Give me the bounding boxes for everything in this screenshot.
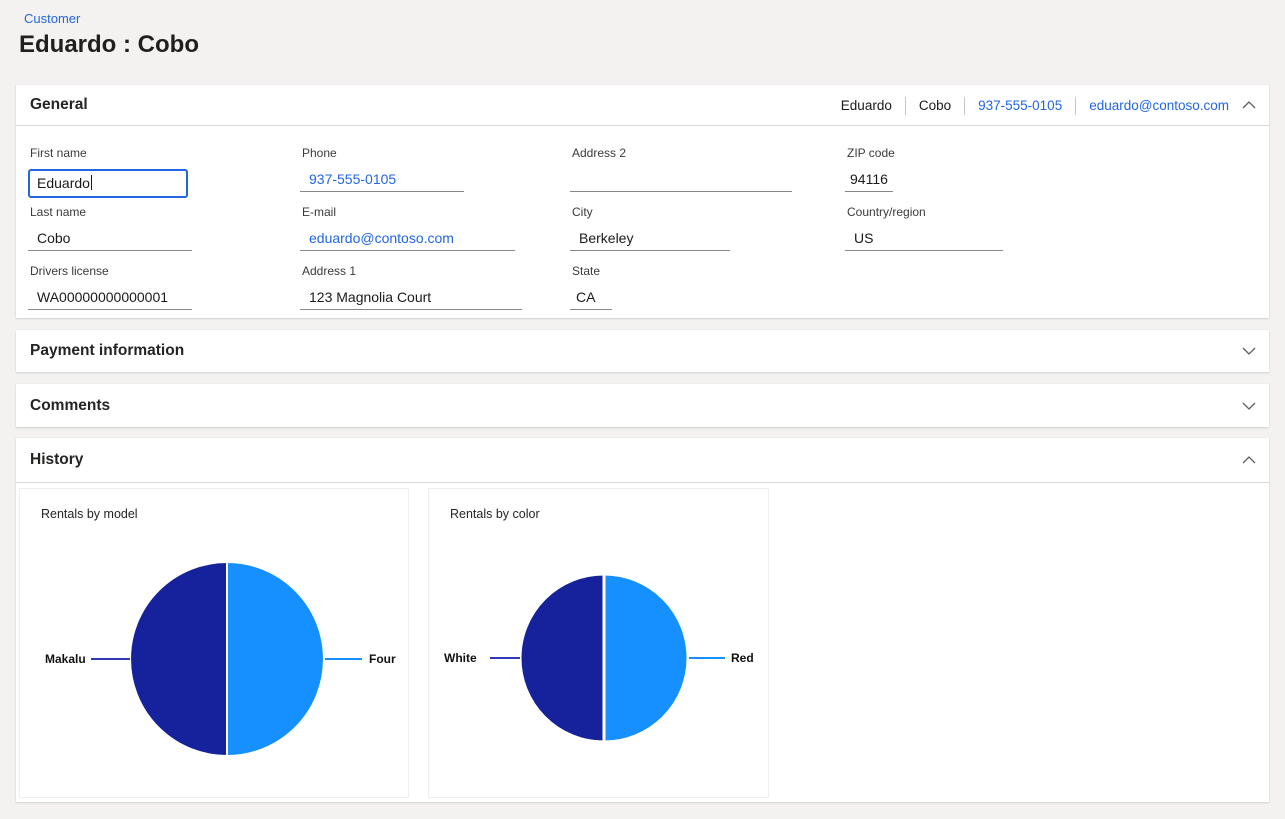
drivers-license-label: Drivers license [28,264,192,280]
address2-label: Address 2 [570,146,792,162]
state-field: State CA [570,264,612,310]
comments-section-header[interactable]: Comments [16,384,1269,427]
drivers-license-input[interactable]: WA00000000000001 [28,289,192,310]
city-input[interactable]: Berkeley [570,230,730,251]
rentals-by-color-pie-chart [520,574,688,742]
pie-label-white: White [444,651,477,665]
last-name-input[interactable]: Cobo [28,230,192,251]
text-cursor [91,175,93,190]
rentals-by-model-chart-title: Rentals by model [41,507,138,521]
summary-divider [1075,97,1076,115]
chevron-down-icon[interactable] [1241,345,1257,357]
email-field: E-mail eduardo@contoso.com [300,205,515,251]
comments-section-title: Comments [30,397,110,415]
summary-last-name: Cobo [919,98,951,113]
rentals-by-model-chart-panel: Rentals by model Makalu Four [19,488,409,798]
state-input[interactable]: CA [570,289,612,310]
pie-slice-makalu [130,562,227,756]
address1-label: Address 1 [300,264,522,280]
address2-field: Address 2 [570,146,792,192]
summary-email-link[interactable]: eduardo@contoso.com [1089,98,1229,113]
address2-input[interactable] [570,171,792,192]
drivers-license-field: Drivers license WA00000000000001 [28,264,192,310]
city-field: City Berkeley [570,205,730,251]
first-name-label: First name [28,146,192,162]
pie-slice-white [520,574,604,742]
pie-leader-line-four [325,658,362,660]
pie-leader-line-white [490,657,520,659]
country-region-field: Country/region US [845,205,1003,251]
pie-leader-line-makalu [91,658,130,660]
phone-input[interactable]: 937-555-0105 [300,171,464,192]
history-section-header[interactable]: History [16,438,1269,483]
payment-information-section-card: Payment information [16,330,1269,372]
breadcrumb-customer-link[interactable]: Customer [24,11,80,26]
last-name-label: Last name [28,205,192,221]
comments-section-card: Comments [16,384,1269,427]
general-section-header[interactable]: General Eduardo Cobo 937-555-0105 eduard… [16,85,1269,126]
pie-slice-red [604,574,688,742]
country-region-input[interactable]: US [845,230,1003,251]
general-section-title: General [30,96,88,114]
first-name-input[interactable]: Eduardo [28,169,188,198]
rentals-by-color-chart-panel: Rentals by color White Red [428,488,769,798]
rentals-by-color-chart-title: Rentals by color [450,507,540,521]
state-label: State [570,264,612,280]
pie-slice-four [227,562,324,756]
last-name-field: Last name Cobo [28,205,192,251]
zip-code-field: ZIP code 94116 [845,146,893,192]
city-label: City [570,205,730,221]
chevron-down-icon[interactable] [1241,400,1257,412]
history-section-title: History [30,451,83,469]
summary-phone-link[interactable]: 937-555-0105 [978,98,1062,113]
pie-leader-line-red [689,657,725,659]
pie-label-makalu: Makalu [45,652,86,666]
customer-detail-page: Customer Eduardo : Cobo General Eduardo … [0,0,1285,819]
chevron-up-icon[interactable] [1241,99,1257,111]
email-input[interactable]: eduardo@contoso.com [300,230,515,251]
payment-information-section-title: Payment information [30,342,184,360]
zip-code-label: ZIP code [845,146,893,162]
summary-divider [964,97,965,115]
chevron-up-icon[interactable] [1241,454,1257,466]
zip-code-input[interactable]: 94116 [845,171,893,192]
pie-label-four: Four [369,652,396,666]
pie-label-red: Red [731,651,754,665]
rentals-by-model-pie-chart [130,562,324,756]
address1-input[interactable]: 123 Magnolia Court [300,289,522,310]
general-section-card: General Eduardo Cobo 937-555-0105 eduard… [16,85,1269,318]
summary-divider [905,97,906,115]
payment-information-section-header[interactable]: Payment information [16,330,1269,372]
general-summary: Eduardo Cobo 937-555-0105 eduardo@contos… [841,85,1229,126]
history-section-card: History Rentals by model Makalu Four Ren… [16,438,1269,802]
phone-label: Phone [300,146,464,162]
summary-first-name: Eduardo [841,98,892,113]
country-region-label: Country/region [845,205,1003,221]
address1-field: Address 1 123 Magnolia Court [300,264,522,310]
phone-field: Phone 937-555-0105 [300,146,464,192]
page-title: Eduardo : Cobo [19,31,199,59]
email-label: E-mail [300,205,515,221]
first-name-field: First name Eduardo [28,146,192,198]
